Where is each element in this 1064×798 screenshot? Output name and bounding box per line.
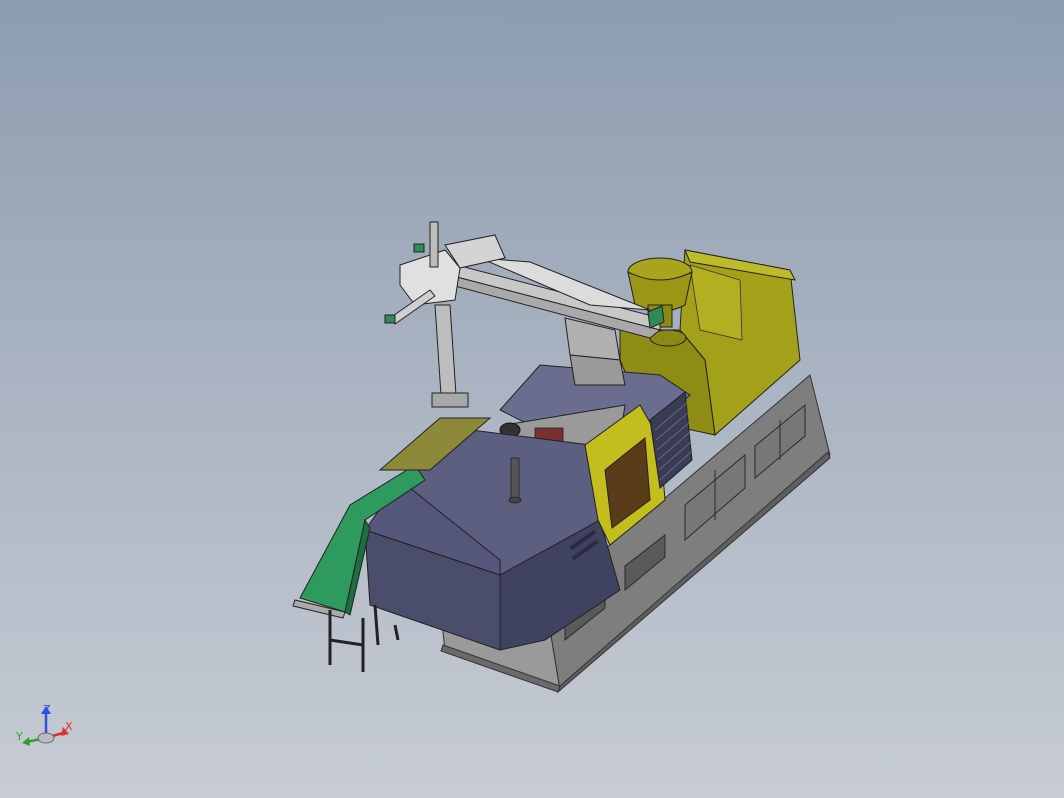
y-axis-label: Y [15, 730, 23, 743]
triad-origin [37, 732, 55, 744]
injection-molding-machine-model[interactable] [0, 0, 1064, 798]
x-axis-label: X [65, 720, 73, 733]
axis-triad: Z X Y [15, 703, 73, 746]
cad-viewport[interactable]: Z X Y [0, 0, 1064, 798]
robot-arm [384, 221, 665, 408]
z-axis-label: Z [43, 703, 51, 716]
